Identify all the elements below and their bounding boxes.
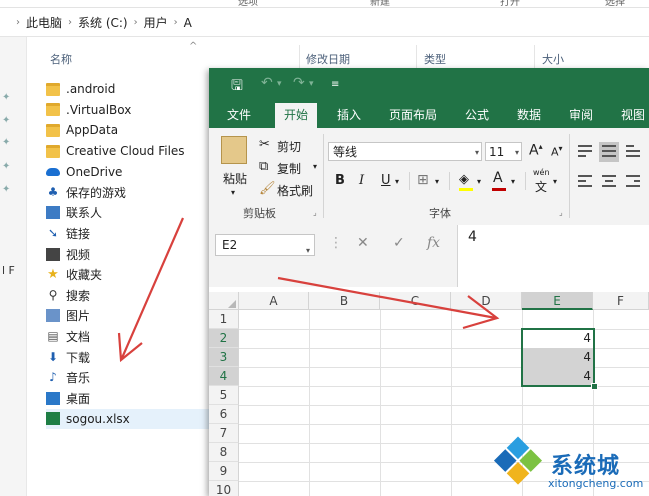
annotation-arrows xyxy=(117,217,500,363)
watermark-url: xitongcheng.com xyxy=(548,477,644,490)
red-arrow-right xyxy=(277,276,500,330)
watermark-logo-icon xyxy=(493,436,544,488)
red-arrow-down xyxy=(117,217,185,363)
watermark: 系统城 xitongcheng.com xyxy=(493,436,649,496)
watermark-text: 系统城 xyxy=(551,454,621,479)
